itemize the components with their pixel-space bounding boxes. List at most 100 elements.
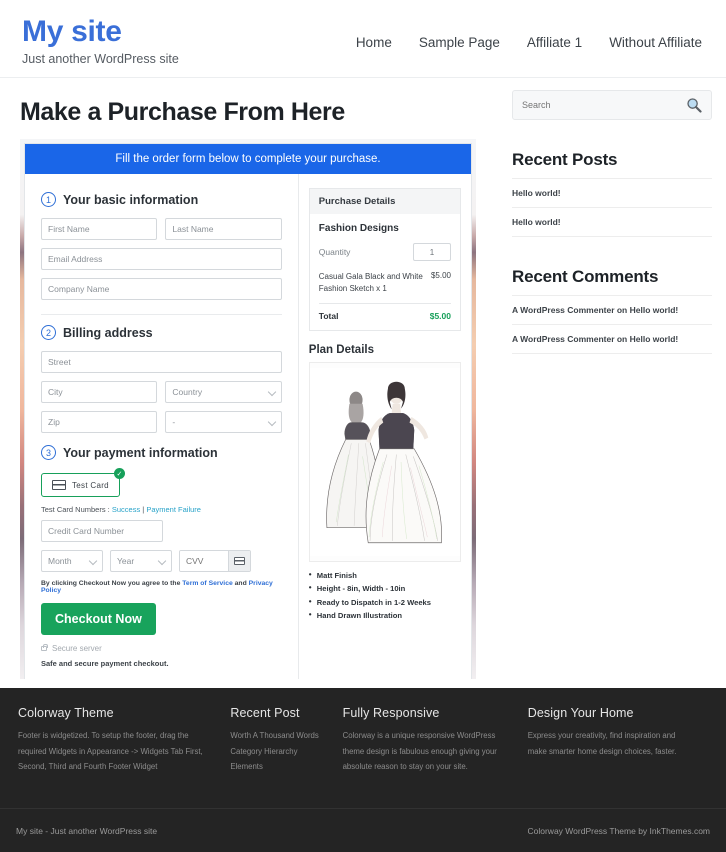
step-3-number: 3 bbox=[41, 445, 56, 460]
step-3-label: Your payment information bbox=[63, 445, 218, 460]
recent-comments-title: Recent Comments bbox=[512, 267, 659, 286]
recent-comment-item[interactable]: A WordPress Commenter on Hello world! bbox=[512, 324, 712, 354]
recent-posts-list: Hello world! Hello world! bbox=[512, 178, 712, 237]
footer-recent-post-list: Worth A Thousand Words Category Hierarch… bbox=[230, 728, 328, 775]
expiry-month-value: Month bbox=[48, 556, 72, 566]
expiry-year-select[interactable]: Year bbox=[110, 550, 172, 572]
recent-post-link: Hello world! bbox=[512, 188, 561, 198]
purchase-summary-column: Purchase Details Fashion Designs Quantit… bbox=[297, 174, 471, 679]
check-circle-icon: ✓ bbox=[113, 468, 125, 479]
footer-column-title: Design Your Home bbox=[527, 706, 634, 720]
line-item-name: Casual Gala Black and White Fashion Sket… bbox=[318, 272, 423, 293]
test-card-numbers-line: Test Card Numbers : Success | Payment Fa… bbox=[41, 505, 282, 514]
quantity-label: Quantity bbox=[318, 247, 351, 257]
brand[interactable]: My site Just another WordPress site bbox=[22, 10, 179, 66]
name-row bbox=[41, 218, 282, 248]
search-icon[interactable] bbox=[686, 97, 702, 113]
purchase-details-body: Fashion Designs Quantity Casual Gala Bla… bbox=[310, 214, 460, 330]
first-name-input[interactable] bbox=[41, 218, 158, 240]
recent-comment-link: A WordPress Commenter on Hello world! bbox=[512, 305, 679, 315]
safe-checkout-note: Safe and secure payment checkout. bbox=[41, 659, 169, 668]
chevron-down-icon bbox=[88, 556, 98, 566]
secure-server-line: Secure server bbox=[41, 644, 282, 653]
chevron-down-icon bbox=[157, 556, 167, 566]
plan-feature-item: Height - 8in, Width - 10in bbox=[309, 581, 461, 595]
nav-item-affiliate-1[interactable]: Affiliate 1 bbox=[527, 35, 582, 50]
step-1-number: 1 bbox=[41, 192, 56, 207]
test-card-label: Test Card bbox=[72, 480, 109, 490]
footer-bottom-right[interactable]: Colorway WordPress Theme by InkThemes.co… bbox=[528, 826, 711, 836]
credit-card-number-input[interactable] bbox=[41, 520, 163, 542]
footer-column-title: Fully Responsive bbox=[342, 706, 440, 720]
footer-column-text: Express your creativity, find inspiratio… bbox=[527, 731, 677, 756]
terms-middle: and bbox=[232, 580, 249, 587]
form-banner: Fill the order form below to complete yo… bbox=[25, 144, 471, 174]
terms-text: By clicking Checkout Now you agree to th… bbox=[41, 580, 282, 594]
section-divider-1 bbox=[41, 314, 282, 315]
footer-recent-post-item[interactable]: Category Hierarchy bbox=[230, 744, 328, 760]
company-input[interactable] bbox=[41, 278, 282, 300]
line-item-row: Casual Gala Black and White Fashion Sket… bbox=[319, 271, 451, 294]
city-input[interactable] bbox=[41, 381, 158, 403]
zip-input[interactable] bbox=[41, 411, 158, 433]
country-select[interactable]: Country bbox=[165, 381, 282, 403]
chevron-down-icon bbox=[267, 417, 277, 427]
main-content: Make a Purchase From Here Fill the order… bbox=[0, 78, 500, 679]
test-card-failure-link[interactable]: Payment Failure bbox=[146, 505, 201, 514]
cvv-field-group bbox=[179, 550, 251, 572]
plan-feature-item: Ready to Dispatch in 1-2 Weeks bbox=[309, 595, 461, 609]
plan-details-title: Plan Details bbox=[308, 344, 374, 357]
footer-column-title: Recent Post bbox=[230, 706, 300, 720]
street-input[interactable] bbox=[41, 351, 282, 373]
test-card-success-link[interactable]: Success bbox=[112, 505, 140, 514]
recent-post-item[interactable]: Hello world! bbox=[512, 178, 712, 207]
footer-column-fully-responsive: Fully Responsive Colorway is a unique re… bbox=[343, 706, 528, 808]
nav-item-home[interactable]: Home bbox=[356, 35, 392, 50]
recent-post-item[interactable]: Hello world! bbox=[512, 207, 712, 237]
cvv-card-icon[interactable] bbox=[228, 551, 250, 571]
order-form-card: Fill the order form below to complete yo… bbox=[24, 143, 472, 679]
expiry-month-select[interactable]: Month bbox=[41, 550, 103, 572]
purchase-details-box: Purchase Details Fashion Designs Quantit… bbox=[308, 188, 461, 332]
checkout-now-button[interactable]: Checkout Now bbox=[41, 603, 156, 635]
site-title: My site bbox=[22, 15, 122, 48]
footer-column-colorway-theme: Colorway Theme Footer is widgetized. To … bbox=[18, 706, 230, 808]
footer-column-design-your-home: Design Your Home Express your creativity… bbox=[528, 706, 708, 808]
nav-item-without-affiliate[interactable]: Without Affiliate bbox=[609, 35, 702, 50]
search-input[interactable] bbox=[522, 100, 686, 110]
search-box[interactable] bbox=[512, 90, 712, 120]
cvv-input[interactable] bbox=[180, 551, 228, 571]
test-card-option[interactable]: Test Card ✓ bbox=[41, 468, 125, 497]
plan-feature-item: Hand Drawn Illustration bbox=[309, 608, 461, 622]
main-navigation: Home Sample Page Affiliate 1 Without Aff… bbox=[356, 10, 704, 50]
recent-comments-list: A WordPress Commenter on Hello world! A … bbox=[512, 295, 712, 354]
step-2-header: 2 Billing address bbox=[41, 325, 282, 340]
site-header: My site Just another WordPress site Home… bbox=[0, 0, 726, 78]
terms-of-service-link[interactable]: Term of Service bbox=[182, 580, 233, 587]
recent-comment-item[interactable]: A WordPress Commenter on Hello world! bbox=[512, 295, 712, 324]
test-card-prefix: Test Card Numbers : bbox=[41, 505, 112, 514]
email-input[interactable] bbox=[41, 248, 282, 270]
form-body: 1 Your basic information 2 Billing bbox=[25, 174, 471, 679]
sidebar: Recent Posts Hello world! Hello world! R… bbox=[500, 78, 726, 679]
step-1-header: 1 Your basic information bbox=[41, 192, 282, 207]
footer-recent-post-item[interactable]: Elements bbox=[230, 759, 328, 775]
plan-product-image bbox=[308, 362, 461, 563]
footer-column-recent-post: Recent Post Worth A Thousand Words Categ… bbox=[230, 706, 342, 808]
secure-server-label: Secure server bbox=[52, 644, 102, 653]
step-3-header: 3 Your payment information bbox=[41, 445, 282, 460]
quantity-row: Quantity bbox=[319, 243, 451, 261]
last-name-input[interactable] bbox=[165, 218, 282, 240]
nav-item-sample-page[interactable]: Sample Page bbox=[419, 35, 500, 50]
plan-feature-item: Matt Finish bbox=[309, 568, 461, 582]
state-select[interactable]: - bbox=[165, 411, 282, 433]
footer-column-text: Footer is widgetized. To setup the foote… bbox=[18, 731, 203, 772]
quantity-input[interactable] bbox=[413, 243, 451, 261]
recent-comment-link: A WordPress Commenter on Hello world! bbox=[512, 334, 679, 344]
step-2-number: 2 bbox=[41, 325, 56, 340]
footer-recent-post-item[interactable]: Worth A Thousand Words bbox=[230, 728, 328, 744]
recent-post-link: Hello world! bbox=[512, 217, 561, 227]
footer-bottom-left: My site - Just another WordPress site bbox=[16, 825, 158, 836]
lock-icon bbox=[41, 644, 48, 651]
footer-column-title: Colorway Theme bbox=[18, 706, 114, 720]
